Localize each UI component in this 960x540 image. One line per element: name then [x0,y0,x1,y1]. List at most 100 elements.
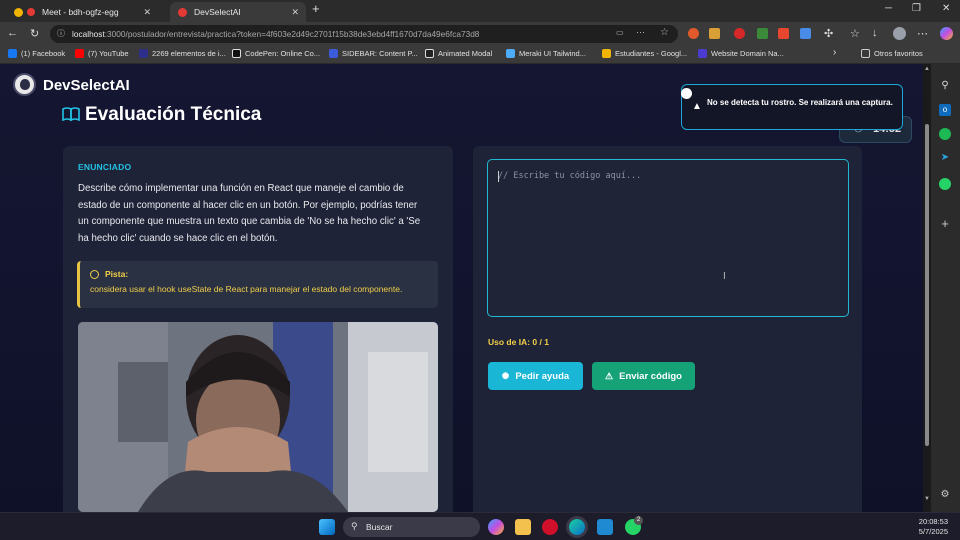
scroll-down-icon[interactable]: ▼ [924,496,930,502]
settings-gear-icon[interactable]: ⚙ [939,489,951,501]
hint-box: Pista: considera usar el hook useState d… [77,261,438,308]
minimize-button[interactable]: ─ [885,3,892,14]
extension-w-icon[interactable] [709,28,720,39]
facebook-icon [8,49,17,58]
answer-card: // Escribe tu código aquí... I Uso de IA… [473,146,862,512]
close-tab-icon[interactable]: ✕ [143,7,151,18]
telegram-icon[interactable]: ➤ [939,152,951,164]
close-tab-icon[interactable]: ✕ [291,7,299,18]
hint-text: considera usar el hook useState de React… [90,284,403,294]
face-warning-toast[interactable]: ▲ No se detecta tu rostro. Se realizará … [681,84,903,130]
recording-icon [178,7,187,17]
taskbar-search-label: Buscar [366,522,393,532]
notification-badge: 2 [634,516,643,525]
page-title: Evaluación Técnica [85,104,262,125]
mouse-ibeam-cursor: I [723,271,726,282]
youtube-icon [75,49,84,58]
back-arrow-icon[interactable]: ← [7,27,18,39]
bookmarks-bar: (1) Facebook (7) YouTube 2269 elementos … [0,46,960,64]
taskbar-search[interactable]: ⚲ Buscar [343,517,480,537]
edge-sidebar: ⚲ o ➤ + ⚙ [931,64,960,512]
reload-icon[interactable]: ↻ [30,27,39,40]
codepen-icon [232,49,241,58]
whatsapp-icon[interactable] [939,178,951,190]
bookmark-icon [425,49,434,58]
question-text: Describe cómo implementar una función en… [78,183,421,244]
windows-taskbar: ⚲ Buscar 2 20:08:53 5/7/2025 [0,512,960,540]
book-icon [62,107,80,121]
spotify-icon[interactable] [939,128,951,140]
ai-usage-counter: Uso de IA: 0 / 1 [488,337,549,347]
bookmark-estudiantes[interactable]: Estudiantes - Googl... [602,49,687,58]
windows-start-icon[interactable] [319,519,335,535]
menu-icon[interactable]: ⋯ [917,27,928,40]
maximize-button[interactable]: ❐ [912,3,921,14]
lightbulb-icon [90,269,99,279]
bookmark-animated-modal[interactable]: Animated Modal [425,49,492,58]
extension-orange-icon[interactable] [778,28,789,39]
other-favorites[interactable]: Otros favoritos [861,49,923,58]
system-clock[interactable]: 20:08:53 5/7/2025 [919,517,948,537]
camera-icon[interactable]: ▭ [616,28,624,37]
brand-name: DevSelectAI [43,77,130,94]
recording-icon [27,8,35,16]
browser-toolbar: ← ↻ ⓘ localhost:3000/postulador/entrevis… [0,22,960,46]
edge-icon[interactable] [569,519,585,535]
file-explorer-icon[interactable] [515,519,531,535]
bookmark-youtube[interactable]: (7) YouTube [75,49,129,58]
scrollbar-thumb[interactable] [925,124,929,446]
vscode-icon[interactable] [597,519,613,535]
ask-help-label: Pedir ayuda [515,370,570,382]
extensions-puzzle-icon[interactable]: ✣ [824,27,833,40]
send-code-button[interactable]: ⚠ Enviar código [592,362,695,390]
webcam-preview [78,322,438,512]
bookmark-codepen[interactable]: CodePen: Online Co... [232,49,320,58]
app-page: DevSelectAI Evaluación Técnica ENUNCIADO… [0,64,923,512]
new-tab-button[interactable]: + [312,1,320,16]
warning-icon: ⚠ [605,370,614,381]
more-icon[interactable]: ⋯ [636,27,645,38]
star-icon[interactable]: ☆ [660,27,669,38]
bookmark-meraki[interactable]: Meraki UI Tailwind... [506,49,586,58]
folder-icon [861,49,870,58]
close-window-button[interactable]: ✕ [942,3,950,14]
brand-logo [13,73,36,96]
bookmark-facebook[interactable]: (1) Facebook [8,49,65,58]
downloads-icon[interactable]: ↓ [872,27,878,39]
favorites-icon[interactable]: ☆ [850,27,860,40]
warning-icon: ▲ [692,101,702,112]
clock-date: 5/7/2025 [918,527,948,536]
bookmark-icon [329,49,338,58]
extension-wifi-icon[interactable] [688,28,699,39]
editor-placeholder: // Escribe tu código aquí... [498,171,642,181]
extension-green-icon[interactable] [757,28,768,39]
lightbulb-icon: ✺ [501,370,510,381]
search-icon[interactable]: ⚲ [939,80,951,92]
address-bar[interactable]: ⓘ localhost:3000/postulador/entrevista/p… [50,25,678,43]
toast-close-dot[interactable] [681,88,692,99]
ask-help-button[interactable]: ✺ Pedir ayuda [488,362,583,390]
copilot-icon[interactable] [488,519,504,535]
extension-block-icon[interactable] [734,28,745,39]
profile-avatar[interactable] [893,27,906,40]
search-icon: ⚲ [351,521,358,531]
site-info-icon[interactable]: ⓘ [57,28,65,39]
question-card: ENUNCIADO Describe cómo implementar una … [63,146,453,512]
outlook-icon[interactable]: o [939,104,951,116]
chevron-right-icon[interactable]: › [833,47,836,58]
opera-icon[interactable] [542,519,558,535]
code-editor[interactable]: // Escribe tu código aquí... I [487,159,849,317]
tab-meet[interactable]: Meet - bdh-ogfz-egg ✕ [6,2,158,22]
extension-blue-icon[interactable] [800,28,811,39]
meet-favicon-icon [14,7,23,17]
browser-tab-bar: Meet - bdh-ogfz-egg ✕ DevSelectAI ✕ + ─ … [0,0,960,22]
bookmark-icons[interactable]: 2269 elementos de i... [139,49,226,58]
bookmark-icon [139,49,148,58]
tab-devselectai[interactable]: DevSelectAI ✕ [170,2,306,22]
bookmark-website-domain[interactable]: Website Domain Na... [698,49,784,58]
copilot-icon[interactable] [940,27,953,40]
bookmark-sidebar[interactable]: SIDEBAR: Content P... [329,49,418,58]
scroll-up-icon[interactable]: ▲ [924,66,930,72]
add-icon[interactable]: + [939,217,951,230]
page-scrollbar[interactable]: ▲ ▼ [923,64,931,512]
